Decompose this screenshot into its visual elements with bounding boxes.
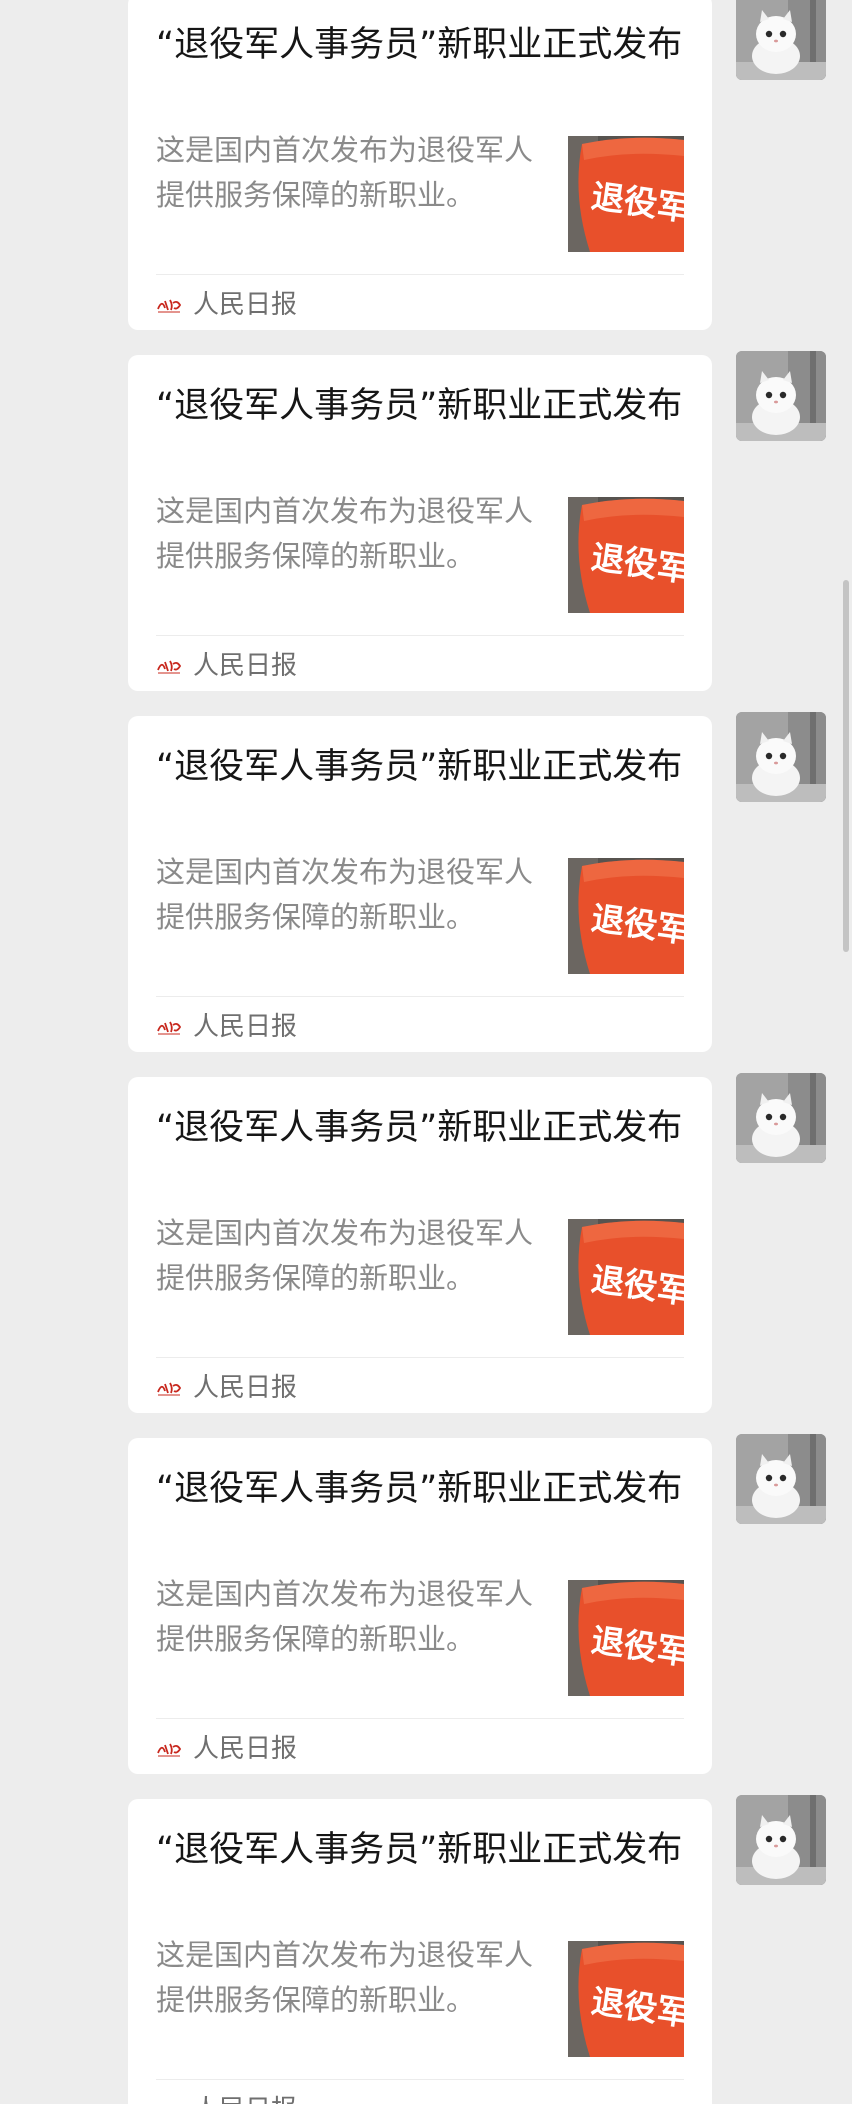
article-link-card[interactable]: “退役军人事务员”新职业正式发布 这是国内首次发布为退役军人提供服务保障的新职业… bbox=[128, 1077, 712, 1413]
article-link-card[interactable]: “退役军人事务员”新职业正式发布 这是国内首次发布为退役军人提供服务保障的新职业… bbox=[128, 0, 712, 330]
people-daily-logo-icon bbox=[157, 299, 182, 313]
chat-message: “退役军人事务员”新职业正式发布 这是国内首次发布为退役军人提供服务保障的新职业… bbox=[0, 1073, 852, 1417]
article-link-card[interactable]: “退役军人事务员”新职业正式发布 这是国内首次发布为退役军人提供服务保障的新职业… bbox=[128, 1799, 712, 2104]
source-name: 人民日报 bbox=[193, 651, 298, 681]
card-divider bbox=[156, 2079, 684, 2080]
sender-avatar[interactable] bbox=[736, 0, 826, 80]
article-title: “退役军人事务员”新职业正式发布 bbox=[156, 25, 683, 65]
chat-message: “退役军人事务员”新职业正式发布 这是国内首次发布为退役军人提供服务保障的新职业… bbox=[0, 351, 852, 695]
people-daily-logo-icon bbox=[157, 1021, 182, 1035]
card-divider bbox=[156, 996, 684, 997]
people-daily-logo-icon bbox=[157, 1382, 182, 1396]
article-description: 这是国内首次发布为退役军人提供服务保障的新职业。 bbox=[156, 494, 534, 573]
article-source[interactable]: 人民日报 bbox=[156, 646, 297, 686]
article-title: “退役军人事务员”新职业正式发布 bbox=[156, 1469, 683, 1509]
article-link-card[interactable]: “退役军人事务员”新职业正式发布 这是国内首次发布为退役军人提供服务保障的新职业… bbox=[128, 716, 712, 1052]
chat-message: “退役军人事务员”新职业正式发布 这是国内首次发布为退役军人提供服务保障的新职业… bbox=[0, 1795, 852, 2104]
chat-message-list[interactable]: “退役军人事务员”新职业正式发布 这是国内首次发布为退役军人提供服务保障的新职业… bbox=[0, 0, 852, 2104]
article-thumbnail-image: 退役军人 bbox=[568, 1219, 684, 1335]
article-description: 这是国内首次发布为退役军人提供服务保障的新职业。 bbox=[156, 855, 534, 934]
source-name: 人民日报 bbox=[193, 1373, 298, 1403]
article-title: “退役军人事务员”新职业正式发布 bbox=[156, 1108, 683, 1148]
article-thumbnail-image: 退役军人 bbox=[568, 136, 684, 252]
chat-message: “退役军人事务员”新职业正式发布 这是国内首次发布为退役军人提供服务保障的新职业… bbox=[0, 0, 852, 334]
article-description: 这是国内首次发布为退役军人提供服务保障的新职业。 bbox=[156, 1216, 534, 1295]
source-name: 人民日报 bbox=[193, 2090, 297, 2104]
article-source[interactable]: 人民日报 bbox=[156, 285, 297, 325]
source-name: 人民日报 bbox=[193, 1012, 298, 1042]
article-title: “退役军人事务员”新职业正式发布 bbox=[156, 747, 683, 787]
article-source[interactable]: 人民日报 bbox=[156, 1368, 297, 1408]
sender-avatar[interactable] bbox=[736, 1073, 826, 1163]
article-link-card[interactable]: “退役军人事务员”新职业正式发布 这是国内首次发布为退役军人提供服务保障的新职业… bbox=[128, 355, 712, 691]
article-thumbnail-image: 退役军人 bbox=[568, 858, 684, 974]
people-daily-logo-icon bbox=[157, 1743, 182, 1757]
article-thumbnail-image: 退役军人 bbox=[568, 1580, 684, 1696]
chat-message: “退役军人事务员”新职业正式发布 这是国内首次发布为退役军人提供服务保障的新职业… bbox=[0, 712, 852, 1056]
sender-avatar[interactable] bbox=[736, 351, 826, 441]
article-source[interactable]: 人民日报 bbox=[156, 1007, 297, 1047]
article-description: 这是国内首次发布为退役军人提供服务保障的新职业。 bbox=[156, 1577, 534, 1656]
source-name: 人民日报 bbox=[193, 290, 298, 320]
article-thumbnail-image: 退役军人 bbox=[568, 1941, 684, 2057]
people-daily-logo-icon bbox=[157, 660, 182, 674]
article-description: 这是国内首次发布为退役军人提供服务保障的新职业。 bbox=[156, 1938, 534, 2017]
chat-message: “退役军人事务员”新职业正式发布 这是国内首次发布为退役军人提供服务保障的新职业… bbox=[0, 1434, 852, 1778]
scrollbar[interactable] bbox=[843, 580, 849, 952]
article-source[interactable]: 人民日报 bbox=[156, 1729, 297, 1769]
sender-avatar[interactable] bbox=[736, 1434, 826, 1524]
sender-avatar[interactable] bbox=[736, 1795, 826, 1885]
card-divider bbox=[156, 274, 684, 275]
card-divider bbox=[156, 1357, 684, 1358]
article-title: “退役军人事务员”新职业正式发布 bbox=[156, 1830, 683, 1870]
sender-avatar[interactable] bbox=[736, 712, 826, 802]
article-thumbnail-image: 退役军人 bbox=[568, 497, 684, 613]
article-source[interactable]: 人民日报 bbox=[156, 2090, 297, 2104]
card-divider bbox=[156, 635, 684, 636]
card-divider bbox=[156, 1718, 684, 1719]
article-title: “退役军人事务员”新职业正式发布 bbox=[156, 386, 683, 426]
source-name: 人民日报 bbox=[193, 1734, 298, 1764]
article-link-card[interactable]: “退役军人事务员”新职业正式发布 这是国内首次发布为退役军人提供服务保障的新职业… bbox=[128, 1438, 712, 1774]
article-description: 这是国内首次发布为退役军人提供服务保障的新职业。 bbox=[156, 133, 534, 212]
